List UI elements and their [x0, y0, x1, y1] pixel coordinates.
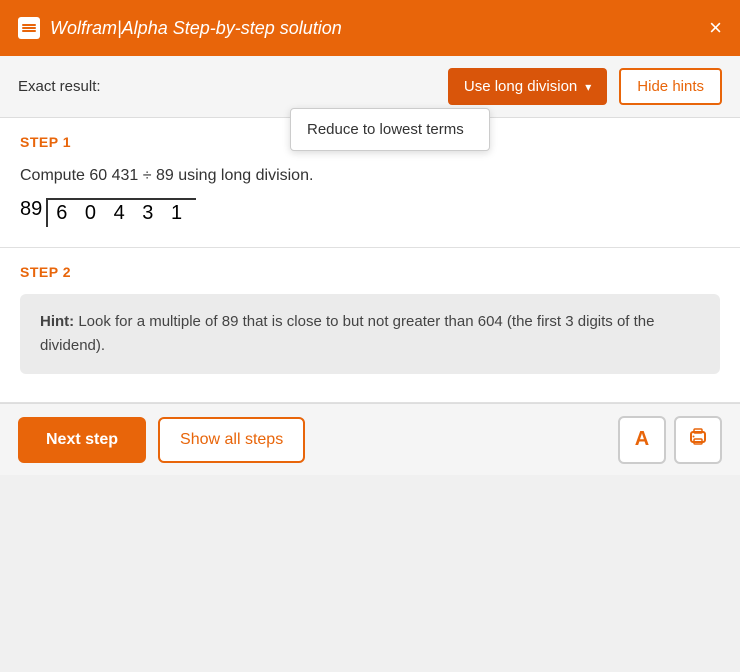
- long-division: 89 6 0 4 3 1: [20, 198, 720, 227]
- print-button[interactable]: [674, 416, 722, 464]
- step-1-description: Compute 60 431 ÷ 89 using long division.: [20, 164, 720, 188]
- close-button[interactable]: ×: [709, 17, 722, 39]
- font-icon: A: [635, 428, 649, 451]
- reduce-to-lowest-terms-item[interactable]: Reduce to lowest terms: [291, 109, 489, 150]
- header-left: Wolfram|Alpha Step-by-step solution: [18, 17, 342, 39]
- dividend: 6 0 4 3 1: [46, 198, 196, 227]
- dropdown-label: Use long division: [464, 78, 577, 95]
- hint-text: Look for a multiple of 89 that is close …: [40, 313, 655, 354]
- hint-bold: Hint:: [40, 313, 74, 330]
- footer: Next step Show all steps A: [0, 403, 740, 475]
- use-long-division-dropdown[interactable]: Use long division ▾: [448, 68, 607, 105]
- main-content: STEP 1 Compute 60 431 ÷ 89 using long di…: [0, 118, 740, 403]
- wolfram-icon: [18, 17, 40, 39]
- next-step-button[interactable]: Next step: [18, 417, 146, 463]
- exact-result-label: Exact result:: [18, 78, 101, 95]
- show-all-steps-button[interactable]: Show all steps: [158, 417, 305, 463]
- step-2-section: STEP 2 Hint: Look for a multiple of 89 t…: [0, 248, 740, 403]
- divisor: 89: [20, 198, 42, 221]
- header: Wolfram|Alpha Step-by-step solution ×: [0, 0, 740, 56]
- font-size-button[interactable]: A: [618, 416, 666, 464]
- print-icon: [687, 426, 709, 453]
- chevron-down-icon: ▾: [585, 80, 591, 94]
- header-title: Wolfram|Alpha Step-by-step solution: [50, 18, 342, 39]
- toolbar: Exact result: Use long division ▾ Hide h…: [0, 56, 740, 118]
- footer-right: A: [618, 416, 722, 464]
- hint-box: Hint: Look for a multiple of 89 that is …: [20, 294, 720, 374]
- step-2-label: STEP 2: [20, 264, 720, 280]
- dropdown-menu: Reduce to lowest terms: [290, 108, 490, 151]
- hide-hints-button[interactable]: Hide hints: [619, 68, 722, 105]
